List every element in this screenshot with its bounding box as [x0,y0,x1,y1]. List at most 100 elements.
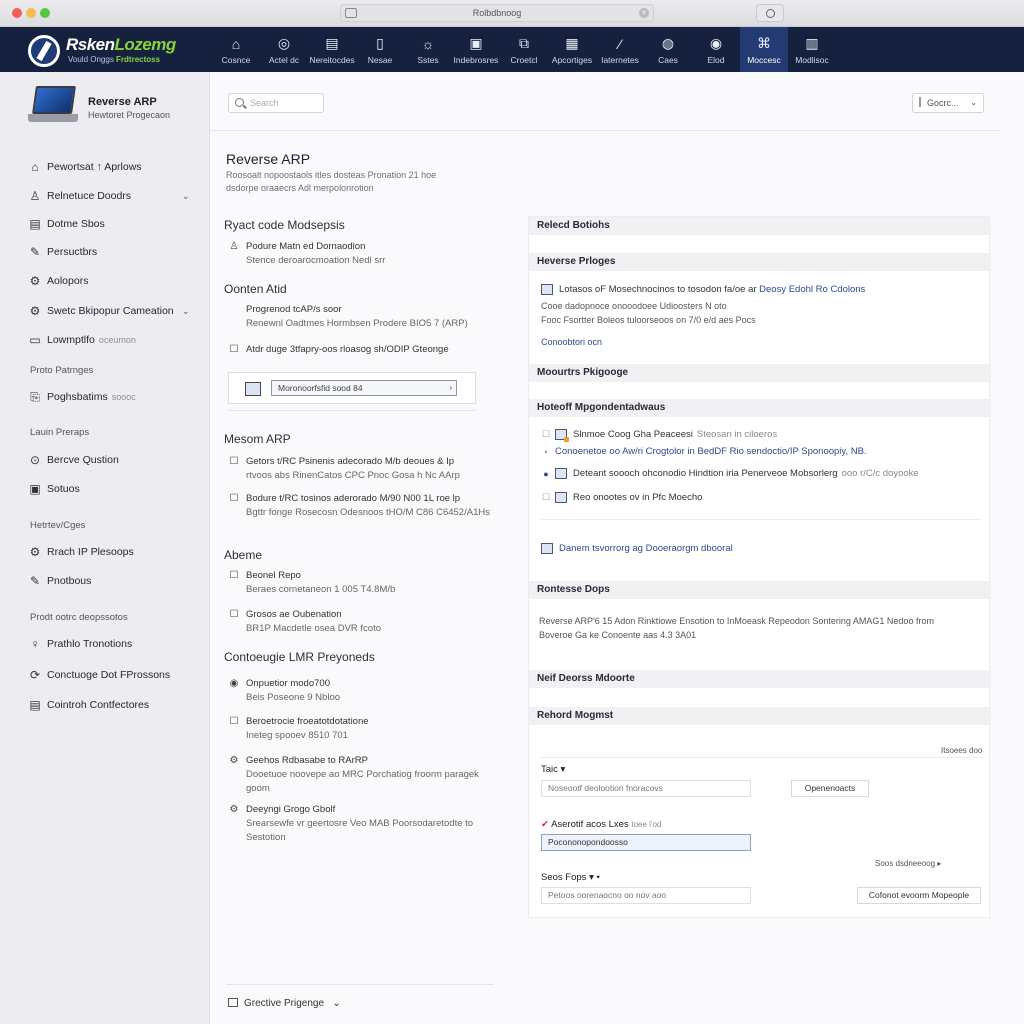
section-title: Mesom ARP [224,432,291,446]
checkbox[interactable]: ☐ [228,608,240,620]
nav-item[interactable]: ◍ Caes [644,27,692,72]
nav-item[interactable]: ⌘ Moccesc [740,27,788,72]
nav-item[interactable]: ▯ Nesae [356,27,404,72]
nav-item[interactable]: ▤ Nereitocdes [308,27,356,72]
tab-dropdown[interactable]: Seos Fops ▾ • [541,872,600,883]
selected-field[interactable]: Pocononopondoosso [541,834,751,851]
zoom-window-button[interactable] [40,8,50,18]
nav-item-label: Nereitocdes [309,55,355,65]
nav-item[interactable]: ⌂ Cosnce [212,27,260,72]
panel-icon [228,998,238,1007]
nav-item[interactable]: ☼ Sstes [404,27,452,72]
list-item[interactable]: ☐ Reo onootes ov in Pfc Moecho [541,492,702,503]
sidebar-item-label: Prathlo Tronotions [47,638,133,650]
action-button[interactable]: Openenoacts [791,780,869,797]
panel-link[interactable]: Danem tsvorrorg ag Dooeraorgm dbooral [541,543,733,554]
select-icon [919,97,921,107]
checkbox-item[interactable]: ☐ Beonel Repo Beraes cornetaneon 1 005 T4… [228,569,396,597]
panel-heading: Hoteoff Mpgondentadwaus [529,399,991,417]
sidebar-item-label: Lowmptlfo [47,334,95,346]
checkbox[interactable]: ☐ [228,455,240,467]
bottom-dropdown[interactable]: Grective Prigenge ⌄ [228,998,341,1009]
divider [539,757,985,758]
sidebar-item-icon: ⟳ [29,668,41,682]
clear-icon[interactable]: × [639,8,649,18]
option-item[interactable]: ⚙ Deeyngi Grogo Gbolf Srearsewfe vr geert… [228,803,474,845]
sidebar-item[interactable]: ⎘ Poghsbatims soooc [28,390,136,404]
checkbox-item[interactable]: ☐ Bodure t/RC tosinos aderorado M/90 N00… [228,492,490,520]
sidebar-item[interactable]: ✎ Pnotbous [28,574,91,588]
sidebar-item-icon: ▤ [29,217,41,231]
window-titlebar: Rolbdbnoog × [0,0,1024,27]
tab-dropdown[interactable]: Taic ▾ [541,764,565,775]
list-item[interactable]: ☐ Slnmoe Coog Gha Peaceesi Steosan in cil… [541,429,777,442]
list-item[interactable]: Progrenod tcAP/s soor Renewnl Oadtmes Hor… [228,303,468,331]
nav-item[interactable]: ▣ Indebrosres [452,27,500,72]
chevron-down-icon: ⌄ [182,190,190,201]
checkbox-item[interactable]: ✔ Aserotif acos Lxes toee i'od [541,819,661,830]
list-item[interactable]: • Conoenetoe oo Aw/ri Crogtolor in BedDF… [541,446,866,457]
nav-item-label: Moccesc [747,55,781,65]
checkbox[interactable]: ☐ [228,569,240,581]
sidebar-item[interactable]: ▤ Cointroh Contfectores [28,698,149,712]
search-input[interactable]: Search [228,93,324,113]
checkbox[interactable]: ☐ [228,715,240,727]
sidebar-item[interactable]: ⊙ Bercve Qustion [28,453,119,467]
nav-item[interactable]: ◎ Actel dc [260,27,308,72]
radio-item[interactable]: ● Deteant soooch ohconodio Hindtion iria… [541,468,919,479]
nav-item[interactable]: ▥ Modlisoc [788,27,836,72]
radio-button[interactable]: ● [541,469,551,479]
brand-logo[interactable]: RskenLozemg Vould Onggs Frdtrectoss [28,33,188,67]
tabs-icon [766,9,775,18]
sidebar-item[interactable]: ♙ Relnetuce Doodrs ⌄ [28,189,190,203]
panel-link[interactable]: Conoobtori ocn [541,335,602,349]
checkbox[interactable]: ☐ [541,492,551,503]
nav-item[interactable]: ◉ Elod [692,27,740,72]
sidebar-item[interactable]: ▤ Dotme Sbos [28,217,104,231]
checkbox[interactable]: ☐ [541,429,551,440]
panel-heading: Heverse Prloges [529,253,991,271]
checkbox[interactable]: ☐ [228,492,240,504]
nav-item[interactable]: ⧉ Croetcl [500,27,548,72]
tabs-overview-button[interactable] [756,4,784,22]
sidebar: Reverse ARP Hewtoret Progecaon ⌂ Pewortsa… [0,72,210,1024]
checkbox-item[interactable]: ☐ Grosos ae Oubenation BR1P Macdetle osea… [228,608,382,636]
checkbox-item[interactable]: ☐ Getors t/RC Psinenis adecorado M/b deo… [228,455,460,483]
close-window-button[interactable] [12,8,22,18]
text-field[interactable]: Noseootf deolootion fnoracovs [541,780,751,797]
sidebar-item[interactable]: ⚙ Swetc Bkipopur Cameation ⌄ [28,304,190,318]
nav-item[interactable]: ⁄ Iaternetes [596,27,644,72]
brand-tagline: Vould Onggs Frdtrectoss [68,55,161,64]
list-item[interactable]: ♙ Podure Matn ed Dornaodion Stence deroar… [228,240,386,268]
list-item[interactable]: Lotasos oF Mosechnocinos to tosodon fa/o… [541,284,865,295]
settings-icon: ⚙ [229,803,239,815]
image-icon [541,284,553,295]
value-input[interactable]: Moronoorfsfid sood 84 › [271,380,457,396]
radio-button[interactable]: ◉ [228,677,240,689]
sidebar-item-label: Conctuoge Dot FProssons [47,669,171,681]
option-item[interactable]: ⚙ Geehos Rdbasabe to RArRP Dooetuoe noove… [228,754,479,796]
input-box: Moronoorfsfid sood 84 › [228,372,476,404]
sidebar-item-label: Sotuos [47,483,80,495]
sidebar-item[interactable]: ▣ Sotuos [28,482,80,496]
radio-item[interactable]: ◉ Onpuetior modo700 Beis Poseone 9 Nbloo [228,677,340,705]
address-bar[interactable]: Rolbdbnoog × [340,4,654,22]
sidebar-toggle-icon[interactable] [345,8,357,18]
checkbox[interactable]: ☐ [228,343,240,355]
sidebar-item[interactable]: ▭ Lowmptlfo oceumon [28,333,136,347]
minimize-window-button[interactable] [26,8,36,18]
panel-text: Cooe dadopnoce onooodoee Udioosters N ot… [541,301,727,311]
checkbox-item[interactable]: ☐ Beroetrocie froeatotdotatione Ineteg sp… [228,715,369,743]
sidebar-item[interactable]: ⟳ Conctuoge Dot FProssons [28,668,170,682]
text-field[interactable]: Petoos oorenaocno oo nov aoo [541,887,751,904]
filter-select[interactable]: Gocrc... ⌄ [912,93,984,113]
sidebar-item[interactable]: ⚙ Aolopors [28,274,89,288]
action-button[interactable]: Cofonot evoorm Mopeople [857,887,981,904]
sidebar-item[interactable]: ♀ Prathlo Tronotions [28,637,133,651]
image-icon [541,543,553,554]
nav-item[interactable]: ▦ Apcortiges [548,27,596,72]
sidebar-item[interactable]: ✎ Persuctbrs [28,245,97,259]
checkbox-item[interactable]: ☐ Atdr duge 3tfapry-oos rloasog sh/ODIP … [228,343,449,357]
sidebar-item[interactable]: ⌂ Pewortsat ↑ Aprlows [28,160,141,174]
sidebar-item[interactable]: ⚙ Rrach IP Plesoops [28,545,134,559]
